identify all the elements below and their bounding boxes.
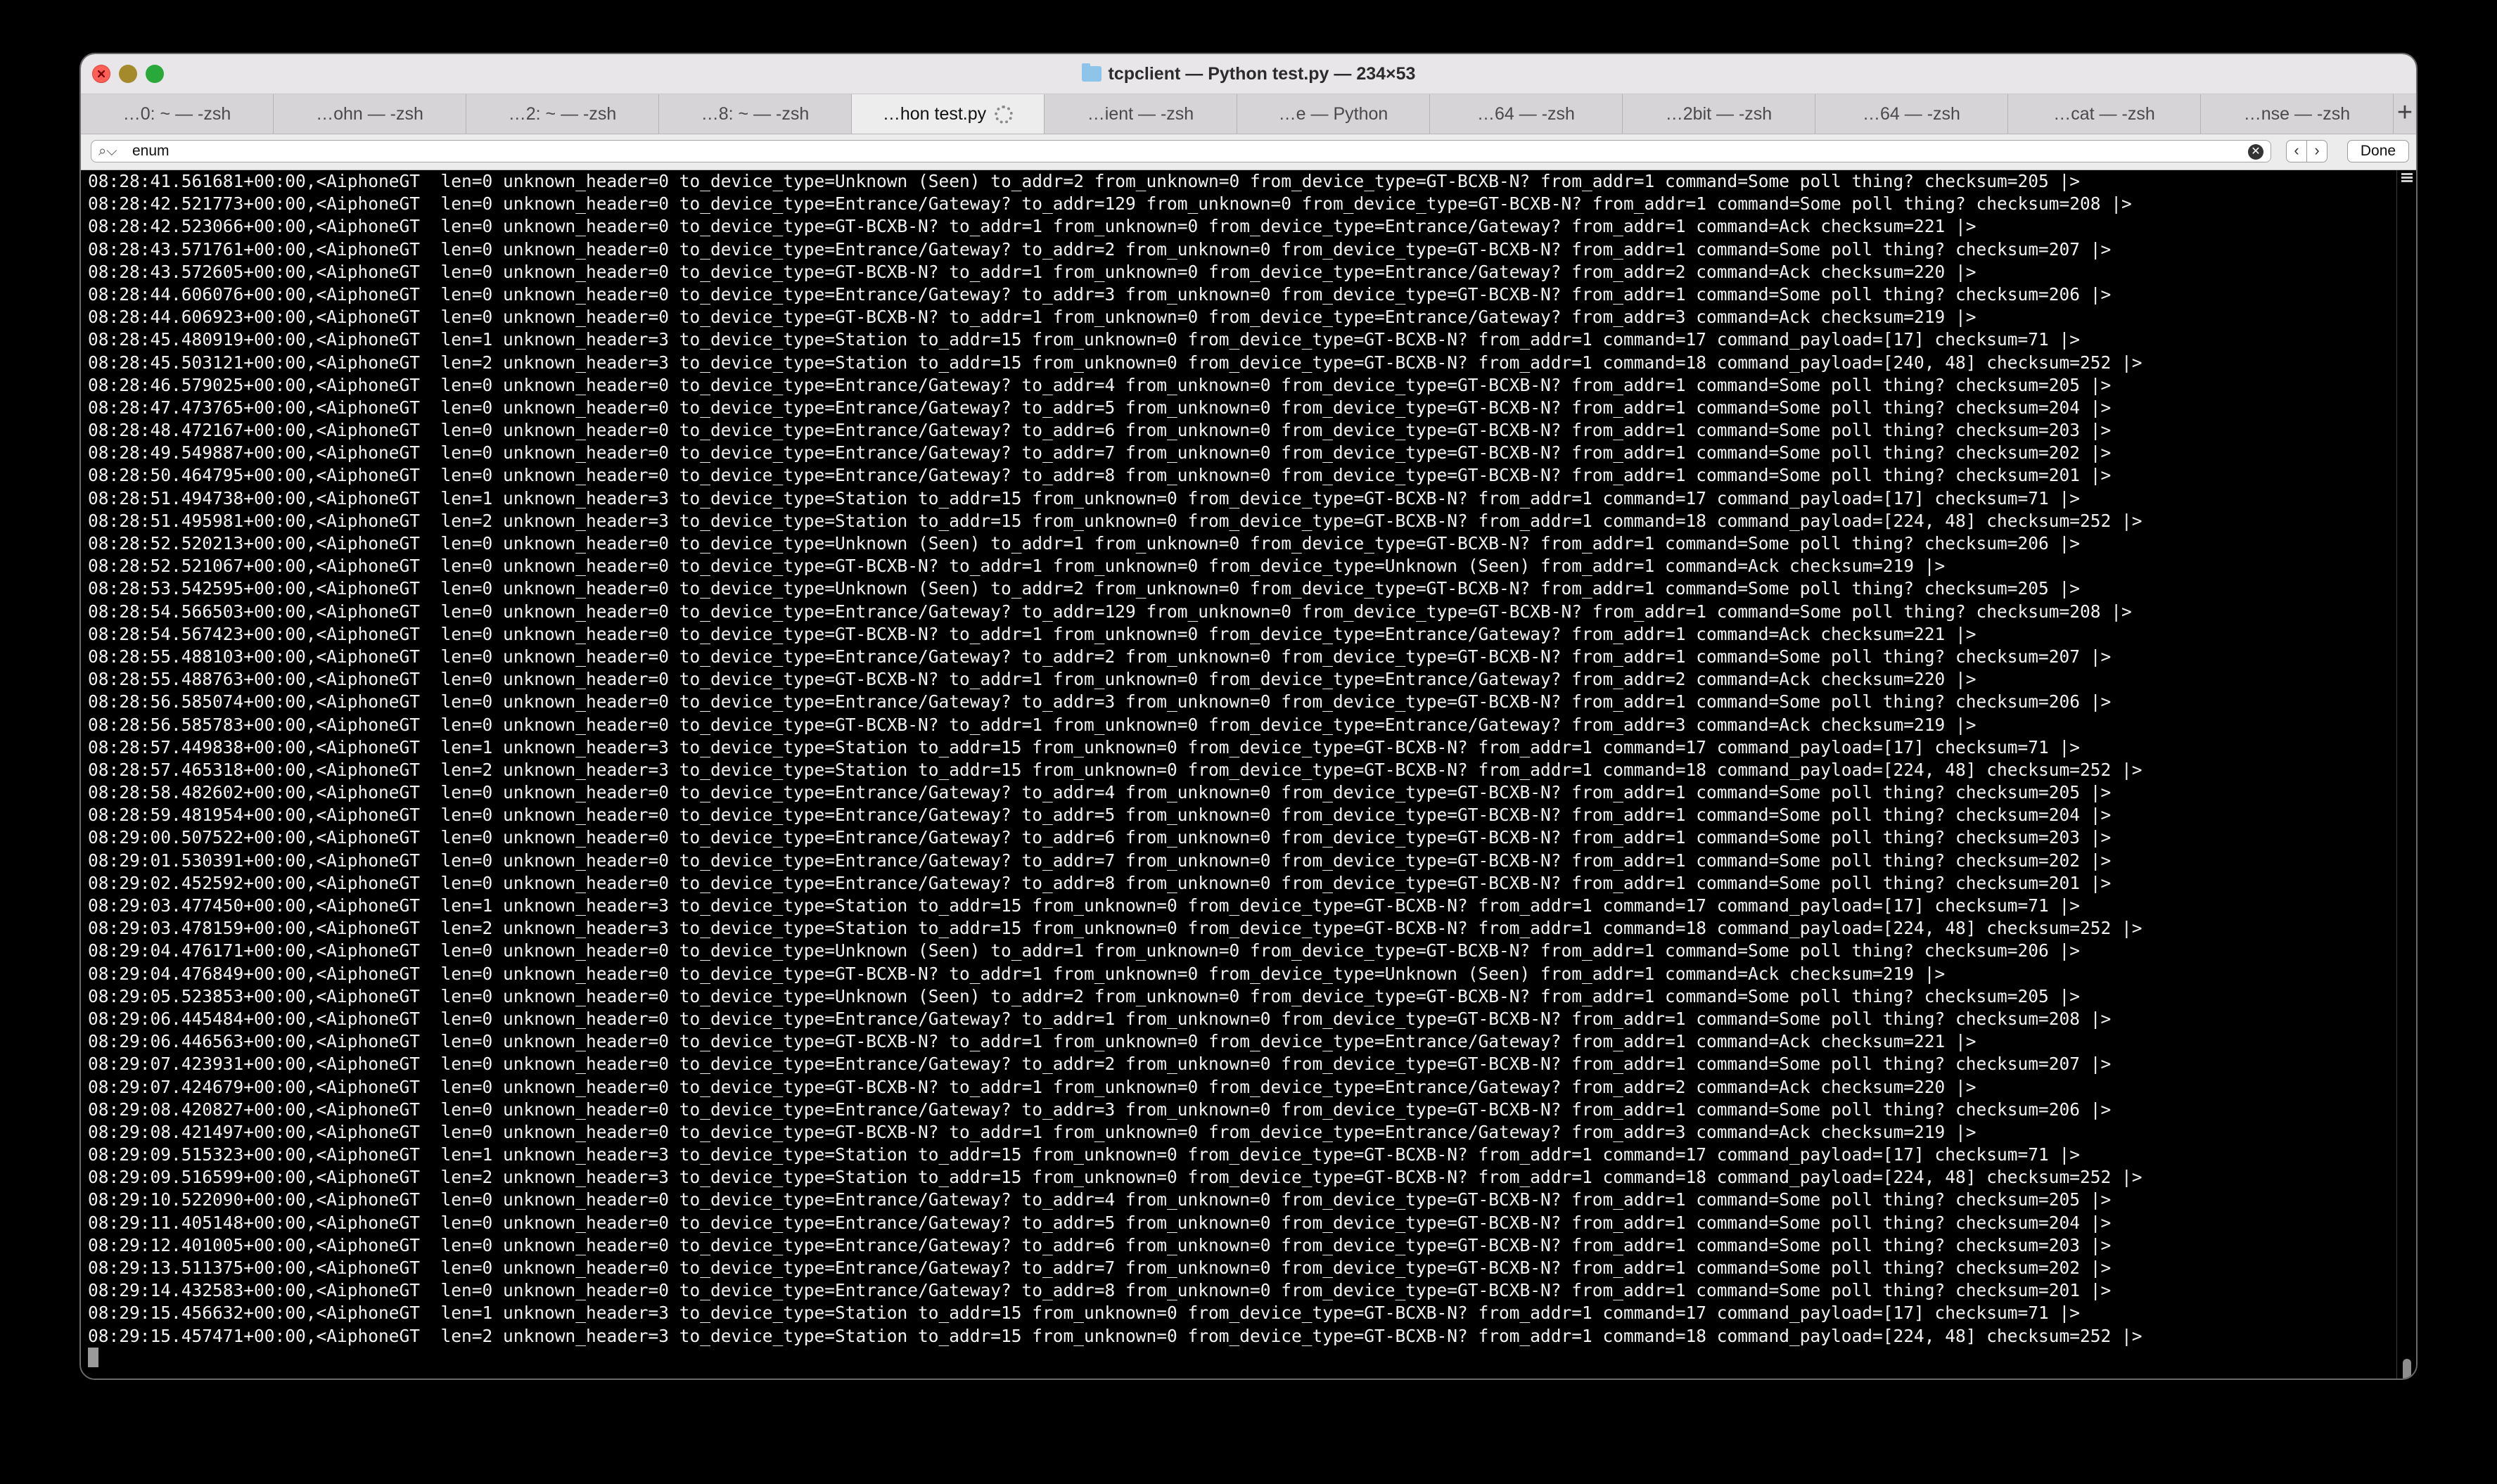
tab-label: …64 — -zsh: [1477, 104, 1575, 124]
scrollbar-thumb[interactable]: [2403, 1359, 2411, 1379]
tab-label: …2: ~ — -zsh: [508, 104, 617, 124]
terminal-line: 08:28:57.465318+00:00,<AiphoneGT len=2 u…: [88, 759, 2142, 780]
terminal-line: 08:28:54.566503+00:00,<AiphoneGT len=0 u…: [88, 601, 2132, 622]
terminal-line: 08:28:44.606923+00:00,<AiphoneGT len=0 u…: [88, 307, 1976, 328]
tab-label: …8: ~ — -zsh: [701, 104, 810, 124]
terminal-line: 08:29:03.478159+00:00,<AiphoneGT len=2 u…: [88, 918, 2142, 939]
terminal-line: 08:28:42.521773+00:00,<AiphoneGT len=0 u…: [88, 193, 2132, 215]
prompt-line[interactable]: [81, 1347, 2396, 1370]
search-icon: ⌕⌵: [98, 143, 117, 159]
terminal-line: 08:29:08.421497+00:00,<AiphoneGT len=0 u…: [88, 1121, 1976, 1142]
terminal-line: 08:28:45.503121+00:00,<AiphoneGT len=2 u…: [88, 352, 2142, 373]
title-bar: tcpclient — Python test.py — 234×53: [81, 54, 2416, 94]
window-title: tcpclient — Python test.py — 234×53: [1108, 64, 1416, 84]
tab-0[interactable]: …0: ~ — -zsh: [81, 94, 274, 134]
terminal-line: 08:28:59.481954+00:00,<AiphoneGT len=0 u…: [88, 805, 2112, 826]
tab-label: …nse — -zsh: [2243, 104, 2351, 124]
terminal-line: 08:29:03.477450+00:00,<AiphoneGT len=1 u…: [88, 895, 2081, 916]
tab-9[interactable]: …64 — -zsh: [1815, 94, 2008, 134]
terminal-line: 08:29:04.476171+00:00,<AiphoneGT len=0 u…: [88, 940, 2081, 961]
terminal-line: 08:28:52.521067+00:00,<AiphoneGT len=0 u…: [88, 556, 1946, 577]
find-field[interactable]: ⌕⌵ ✕: [91, 140, 2271, 162]
terminal-line: 08:29:13.511375+00:00,<AiphoneGT len=0 u…: [88, 1258, 2112, 1278]
terminal-line: 08:28:43.571761+00:00,<AiphoneGT len=0 u…: [88, 238, 2112, 260]
terminal-line: 08:28:55.488103+00:00,<AiphoneGT len=0 u…: [88, 646, 2112, 667]
terminal-line: 08:28:45.480919+00:00,<AiphoneGT len=1 u…: [88, 329, 2081, 350]
terminal-line: 08:28:48.472167+00:00,<AiphoneGT len=0 u…: [88, 420, 2112, 441]
tab-label: …64 — -zsh: [1863, 104, 1960, 124]
terminal-line: 08:29:15.457471+00:00,<AiphoneGT len=2 u…: [88, 1325, 2142, 1346]
terminal-line: 08:28:43.572605+00:00,<AiphoneGT len=0 u…: [88, 261, 1976, 282]
find-bar: ⌕⌵ ✕ ‹ › Done: [81, 134, 2416, 170]
terminal-line: 08:29:14.432583+00:00,<AiphoneGT len=0 u…: [88, 1280, 2112, 1301]
tab-2[interactable]: …2: ~ — -zsh: [466, 94, 659, 134]
terminal-line: 08:29:00.507522+00:00,<AiphoneGT len=0 u…: [88, 827, 2112, 848]
terminal-line: 08:28:57.449838+00:00,<AiphoneGT len=1 u…: [88, 736, 2081, 757]
terminal-line: 08:28:47.473765+00:00,<AiphoneGT len=0 u…: [88, 397, 2112, 418]
activity-spinner-icon: [995, 105, 1014, 124]
tab-6[interactable]: …e — Python: [1237, 94, 1430, 134]
terminal-line: 08:28:51.494738+00:00,<AiphoneGT len=1 u…: [88, 487, 2081, 508]
tab-5[interactable]: …ient — -zsh: [1045, 94, 1237, 134]
terminal-line: 08:28:51.495981+00:00,<AiphoneGT len=2 u…: [88, 510, 2142, 531]
terminal-line: 08:29:10.522090+00:00,<AiphoneGT len=0 u…: [88, 1189, 2112, 1210]
tab-label: …2bit — -zsh: [1665, 104, 1773, 124]
terminal-line: 08:28:41.561681+00:00,<AiphoneGT len=0 u…: [88, 171, 2081, 191]
terminal-line: 08:29:12.401005+00:00,<AiphoneGT len=0 u…: [88, 1234, 2112, 1255]
terminal-line: 08:28:52.520213+00:00,<AiphoneGT len=0 u…: [88, 533, 2081, 554]
clear-search-icon[interactable]: ✕: [2248, 144, 2263, 160]
window-title-container: tcpclient — Python test.py — 234×53: [81, 54, 2416, 94]
terminal-line: 08:28:49.549887+00:00,<AiphoneGT len=0 u…: [88, 442, 2112, 463]
done-button[interactable]: Done: [2347, 140, 2409, 162]
scrollbar[interactable]: [2396, 170, 2416, 1379]
tab-11[interactable]: …nse — -zsh: [2201, 94, 2394, 134]
tab-3[interactable]: …8: ~ — -zsh: [659, 94, 852, 134]
tab-label: …0: ~ — -zsh: [122, 104, 231, 124]
terminal-line: 08:29:15.456632+00:00,<AiphoneGT len=1 u…: [88, 1303, 2081, 1324]
terminal-line: 08:28:58.482602+00:00,<AiphoneGT len=0 u…: [88, 782, 2112, 803]
terminal-line: 08:29:09.516599+00:00,<AiphoneGT len=2 u…: [88, 1167, 2142, 1188]
tab-bar: …0: ~ — -zsh …ohn — -zsh …2: ~ — -zsh …8: ~…: [81, 94, 2416, 134]
terminal-line: 08:29:06.446563+00:00,<AiphoneGT len=0 u…: [88, 1031, 1976, 1052]
terminal-line: 08:28:55.488763+00:00,<AiphoneGT len=0 u…: [88, 669, 1976, 690]
terminal-line: 08:28:46.579025+00:00,<AiphoneGT len=0 u…: [88, 374, 2112, 395]
tab-7[interactable]: …64 — -zsh: [1430, 94, 1623, 134]
marks-icon[interactable]: [2401, 173, 2413, 184]
terminal-line: 08:29:06.445484+00:00,<AiphoneGT len=0 u…: [88, 1008, 2112, 1029]
find-next-button[interactable]: ›: [2306, 140, 2327, 162]
terminal-line: 08:29:04.476849+00:00,<AiphoneGT len=0 u…: [88, 963, 1946, 984]
terminal-line: 08:29:07.423931+00:00,<AiphoneGT len=0 u…: [88, 1054, 2112, 1075]
tab-label: …e — Python: [1278, 104, 1388, 124]
terminal-line: 08:28:50.464795+00:00,<AiphoneGT len=0 u…: [88, 465, 2112, 486]
tab-label: …ient — -zsh: [1087, 104, 1194, 124]
terminal-line: 08:28:44.606076+00:00,<AiphoneGT len=0 u…: [88, 283, 2112, 305]
search-input[interactable]: [132, 143, 2207, 160]
tab-label: …hon test.py: [882, 104, 987, 124]
find-previous-button[interactable]: ‹: [2286, 140, 2307, 162]
terminal-output[interactable]: 08:28:41.561681+00:00,<AiphoneGT len=0 u…: [81, 170, 2396, 1379]
terminal-line: 08:29:11.405148+00:00,<AiphoneGT len=0 u…: [88, 1212, 2112, 1233]
terminal-line: 08:29:05.523853+00:00,<AiphoneGT len=0 u…: [88, 985, 2081, 1006]
terminal-line: 08:28:53.542595+00:00,<AiphoneGT len=0 u…: [88, 578, 2081, 599]
tab-label: …cat — -zsh: [2053, 104, 2155, 124]
folder-icon: [1081, 63, 1101, 82]
tab-8[interactable]: …2bit — -zsh: [1623, 94, 1815, 134]
terminal-line: 08:29:09.515323+00:00,<AiphoneGT len=1 u…: [88, 1144, 2081, 1165]
terminal-line: 08:29:02.452592+00:00,<AiphoneGT len=0 u…: [88, 872, 2112, 893]
terminal-line: 08:29:08.420827+00:00,<AiphoneGT len=0 u…: [88, 1099, 2112, 1120]
tab-label: …ohn — -zsh: [316, 104, 423, 124]
terminal-line: 08:29:07.424679+00:00,<AiphoneGT len=0 u…: [88, 1076, 1976, 1097]
tab-4[interactable]: …hon test.py: [852, 94, 1045, 134]
terminal-line: 08:28:42.523066+00:00,<AiphoneGT len=0 u…: [88, 216, 1976, 237]
terminal-line: 08:29:01.530391+00:00,<AiphoneGT len=0 u…: [88, 850, 2112, 871]
terminal-window: tcpclient — Python test.py — 234×53 …0: …: [79, 53, 2418, 1380]
tab-10[interactable]: …cat — -zsh: [2008, 94, 2201, 134]
terminal-line: 08:28:54.567423+00:00,<AiphoneGT len=0 u…: [88, 623, 1976, 644]
text-cursor: [88, 1347, 98, 1367]
terminal-line: 08:28:56.585074+00:00,<AiphoneGT len=0 u…: [88, 691, 2112, 712]
terminal-line: 08:28:56.585783+00:00,<AiphoneGT len=0 u…: [88, 714, 1976, 735]
new-tab-button[interactable]: +: [2394, 94, 2416, 134]
tab-1[interactable]: …ohn — -zsh: [274, 94, 466, 134]
